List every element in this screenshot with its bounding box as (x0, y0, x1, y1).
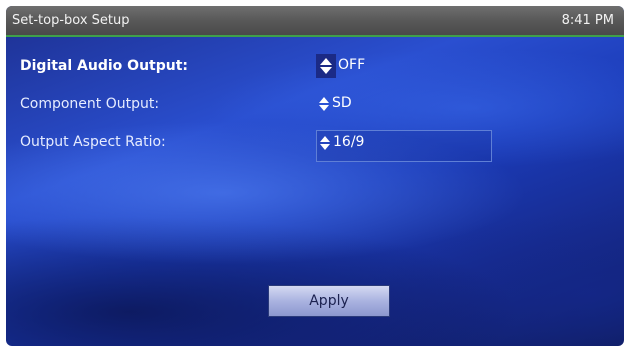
up-down-arrows-icon[interactable] (316, 54, 336, 78)
component-output-label: Component Output: (20, 96, 160, 112)
output-aspect-ratio-spinner[interactable]: 16/9 (316, 130, 492, 162)
apply-button[interactable]: Apply (268, 285, 390, 317)
page-title: Set-top-box Setup (12, 13, 130, 28)
digital-audio-output-spinner[interactable]: OFF (316, 54, 376, 78)
digital-audio-output-value: OFF (338, 57, 366, 73)
component-output-spinner[interactable]: SD (316, 92, 376, 116)
up-down-arrows-icon[interactable] (319, 135, 331, 151)
output-aspect-ratio-label: Output Aspect Ratio: (20, 134, 166, 150)
digital-audio-output-label: Digital Audio Output: (20, 58, 189, 74)
clock: 8:41 PM (561, 13, 614, 28)
output-aspect-ratio-value: 16/9 (333, 134, 365, 150)
title-bar: Set-top-box Setup 8:41 PM (6, 6, 624, 37)
component-output-value: SD (332, 95, 352, 111)
up-down-arrows-icon[interactable] (318, 96, 330, 112)
setup-screen: Set-top-box Setup 8:41 PM Digital Audio … (6, 6, 624, 346)
